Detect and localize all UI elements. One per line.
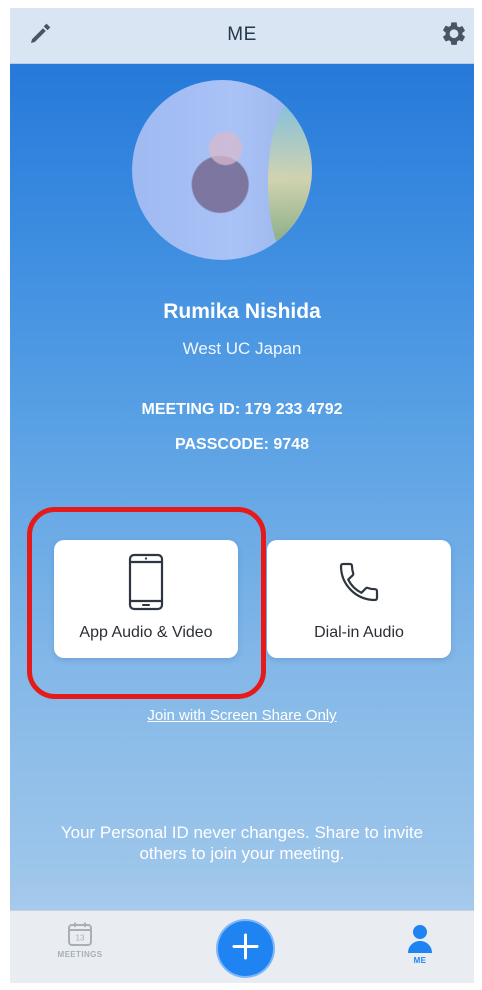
plus-icon xyxy=(230,931,261,967)
calendar-day-number: 13 xyxy=(76,934,85,943)
passcode: PASSCODE: 9748 xyxy=(175,436,309,453)
settings-button[interactable] xyxy=(437,19,471,53)
nav-meetings[interactable]: 13 MEETINGS xyxy=(45,921,115,975)
profile-avatar xyxy=(132,80,312,260)
calendar-icon: 13 xyxy=(45,921,115,947)
nav-meetings-label: MEETINGS xyxy=(57,950,103,959)
bottom-navigation: 13 MEETINGS ME xyxy=(10,910,474,983)
profile-organization: West UC Japan xyxy=(182,339,302,358)
info-message: Your Personal ID never changes. Share to… xyxy=(60,823,424,863)
top-bar: ME xyxy=(10,8,474,64)
nav-me[interactable]: ME xyxy=(385,923,455,975)
gear-icon xyxy=(440,20,468,53)
profile-name: Rumika Nishida xyxy=(163,300,321,323)
handset-icon xyxy=(267,553,451,611)
meeting-id: MEETING ID: 179 233 4792 xyxy=(141,401,343,418)
app-frame: ME Rumika Nishida West UC Japan MEETING … xyxy=(10,8,474,983)
person-icon xyxy=(385,923,455,955)
nav-me-label: ME xyxy=(413,956,427,965)
highlight-box xyxy=(27,507,266,699)
dial-in-audio-label: Dial-in Audio xyxy=(314,624,404,641)
page-title: ME xyxy=(227,24,257,45)
join-screen-share-link[interactable]: Join with Screen Share Only xyxy=(10,707,474,724)
new-meeting-button[interactable] xyxy=(218,921,273,976)
dial-in-audio-button[interactable]: Dial-in Audio xyxy=(267,540,451,658)
